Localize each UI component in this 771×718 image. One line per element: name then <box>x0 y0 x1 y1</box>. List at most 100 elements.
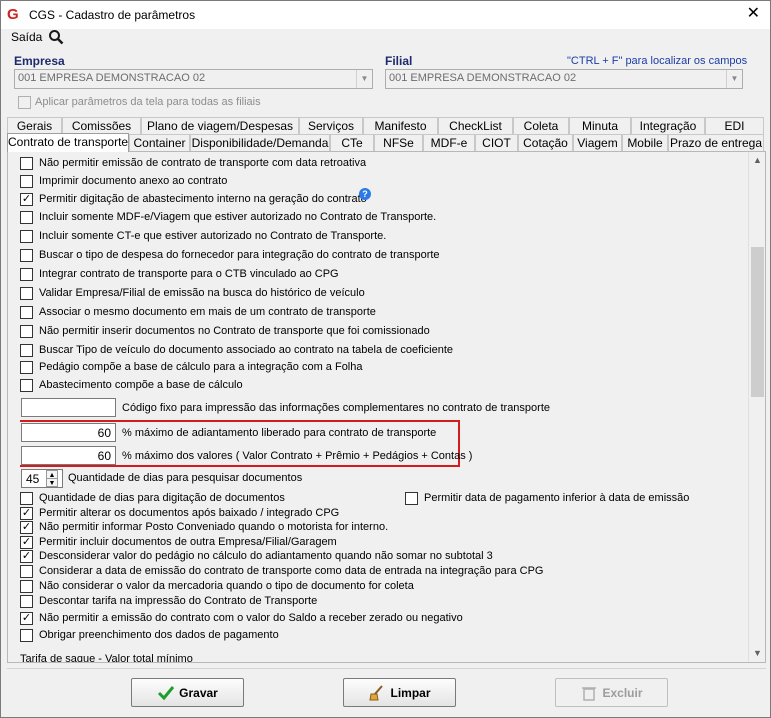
tab-contrato-transporte[interactable]: Contrato de transporte <box>7 133 129 152</box>
tab-viagem[interactable]: Viagem <box>573 134 622 151</box>
vertical-scrollbar[interactable]: ▲ ▼ <box>748 152 765 662</box>
option-label: Não permitir informar Posto Conveniado q… <box>39 521 389 533</box>
option-checkbox[interactable]: ✓ <box>20 507 33 520</box>
title-bar: G CGS - Cadastro de parâmetros ✕ <box>1 1 770 29</box>
option-label: Buscar o tipo de despesa do fornecedor p… <box>39 249 440 261</box>
maximo-valores-input[interactable]: 60 <box>21 446 116 465</box>
option-label: Associar o mesmo documento em mais de um… <box>39 306 376 318</box>
tab-disponibilidade[interactable]: Disponibilidade/Demanda <box>190 134 330 151</box>
tab-row-2: Contrato de transporte Container Disponi… <box>7 133 766 152</box>
chevron-down-icon[interactable]: ▼ <box>356 70 372 88</box>
button-bar: Gravar Limpar Excluir <box>7 668 766 714</box>
tab-cotacao[interactable]: Cotação <box>518 134 573 151</box>
tab-gerais[interactable]: Gerais <box>7 117 62 134</box>
option-label: Permitir digitação de abastecimento inte… <box>39 193 367 205</box>
option-checkbox[interactable]: ✓ <box>20 612 33 625</box>
tab-plano-viagem[interactable]: Plano de viagem/Despesas <box>141 117 299 134</box>
maximo-valores-label: % máximo dos valores ( Valor Contrato + … <box>122 450 473 462</box>
option-label: Não permitir a emissão do contrato com o… <box>39 612 463 624</box>
option-checkbox[interactable] <box>20 306 33 319</box>
option-checkbox[interactable] <box>20 157 33 170</box>
tab-checklist[interactable]: CheckList <box>438 117 513 134</box>
tab-panel: Não permitir emissão de contrato de tran… <box>7 151 766 663</box>
scroll-thumb[interactable] <box>751 247 764 397</box>
option-checkbox[interactable] <box>20 565 33 578</box>
apply-all-label: Aplicar parâmetros da tela para todas as… <box>35 96 261 108</box>
tab-mdfe[interactable]: MDF-e <box>423 134 475 151</box>
app-logo-icon: G <box>7 6 19 23</box>
scroll-up-icon[interactable]: ▲ <box>749 152 766 169</box>
tab-container[interactable]: Container <box>129 134 190 151</box>
delete-button[interactable]: Excluir <box>555 678 668 707</box>
option-checkbox[interactable] <box>20 211 33 224</box>
option-label: Permitir data de pagamento inferior à da… <box>424 492 690 504</box>
codigo-fixo-input[interactable] <box>21 398 116 417</box>
option-checkbox[interactable] <box>20 287 33 300</box>
tab-servicos[interactable]: Serviços <box>299 117 363 134</box>
scroll-down-icon[interactable]: ▼ <box>749 645 766 662</box>
tab-ciot[interactable]: CIOT <box>475 134 518 151</box>
filial-label: Filial <box>385 54 413 68</box>
option-label: Abastecimento compõe a base de cálculo <box>39 379 243 391</box>
tab-integracao[interactable]: Integração <box>631 117 705 134</box>
stepper-down-icon[interactable]: ▼ <box>46 478 58 487</box>
option-checkbox[interactable] <box>20 580 33 593</box>
search-icon[interactable] <box>48 29 64 45</box>
dias-pesquisa-stepper[interactable]: 45 ▲ ▼ <box>21 469 63 488</box>
menu-saida[interactable]: Saída <box>11 30 42 44</box>
trash-icon <box>582 686 597 701</box>
tab-comissoes[interactable]: Comissões <box>62 117 141 134</box>
codigo-fixo-label: Código fixo para impressão das informaçõ… <box>122 402 551 414</box>
help-icon[interactable]: ? <box>359 188 371 200</box>
option-label: Permitir alterar os documentos após baix… <box>39 507 340 519</box>
checkmark-icon <box>158 685 175 700</box>
save-button[interactable]: Gravar <box>131 678 244 707</box>
tab-prazo-entrega[interactable]: Prazo de entrega <box>668 134 764 151</box>
apply-all-checkbox[interactable] <box>18 96 31 109</box>
option-checkbox[interactable]: ✓ <box>20 193 33 206</box>
dias-pesquisa-value: 45 <box>26 472 40 486</box>
tab-coleta[interactable]: Coleta <box>513 117 569 134</box>
close-button[interactable]: ✕ <box>747 5 760 23</box>
option-checkbox[interactable]: ✓ <box>20 550 33 563</box>
option-checkbox[interactable] <box>20 361 33 374</box>
option-label: Não considerar o valor da mercadoria qua… <box>39 580 414 592</box>
tab-manifesto[interactable]: Manifesto <box>363 117 438 134</box>
option-checkbox[interactable] <box>20 249 33 262</box>
empresa-select[interactable]: 001 EMPRESA DEMONSTRACAO 02 ▼ <box>14 69 373 89</box>
option-checkbox[interactable]: ✓ <box>20 521 33 534</box>
option-checkbox[interactable] <box>20 595 33 608</box>
option-checkbox[interactable]: ✓ <box>20 536 33 549</box>
option-label: Não permitir inserir documentos no Contr… <box>39 325 430 337</box>
option-checkbox[interactable] <box>20 379 33 392</box>
clear-button[interactable]: Limpar <box>343 678 456 707</box>
tab-row-1: Gerais Comissões Plano de viagem/Despesa… <box>7 117 766 134</box>
tab-mobile[interactable]: Mobile <box>622 134 668 151</box>
dias-pesquisa-label: Quantidade de dias para pesquisar docume… <box>68 472 303 484</box>
filial-value: 001 EMPRESA DEMONSTRACAO 02 <box>389 72 577 84</box>
option-label: Considerar a data de emissão do contrato… <box>39 565 544 577</box>
options-list: Não permitir emissão de contrato de tran… <box>20 152 746 662</box>
option-label: Obrigar preenchimento dos dados de pagam… <box>39 629 279 641</box>
option-checkbox[interactable] <box>20 344 33 357</box>
tab-minuta[interactable]: Minuta <box>569 117 631 134</box>
option-checkbox[interactable] <box>20 629 33 642</box>
option-checkbox[interactable] <box>20 268 33 281</box>
tab-nfse[interactable]: NFSe <box>374 134 423 151</box>
option-label: Incluir somente CT-e que estiver autoriz… <box>39 230 387 242</box>
filial-select[interactable]: 001 EMPRESA DEMONSTRACAO 02 ▼ <box>385 69 743 89</box>
data-pagamento-checkbox[interactable] <box>405 492 418 505</box>
option-checkbox[interactable] <box>20 175 33 188</box>
option-label: Quantidade de dias para digitação de doc… <box>39 492 285 504</box>
save-label: Gravar <box>179 685 218 700</box>
option-label: Buscar Tipo de veículo do documento asso… <box>39 344 453 356</box>
chevron-down-icon[interactable]: ▼ <box>726 70 742 88</box>
main-window: G CGS - Cadastro de parâmetros ✕ Saída E… <box>0 0 771 718</box>
tab-cte[interactable]: CTe <box>330 134 374 151</box>
tab-edi[interactable]: EDI <box>705 117 764 134</box>
adiantamento-input[interactable]: 60 <box>21 423 116 442</box>
tarifa-saque-label: Tarifa de saque - Valor total mínimo <box>20 653 193 662</box>
option-checkbox[interactable] <box>20 492 33 505</box>
option-checkbox[interactable] <box>20 230 33 243</box>
option-checkbox[interactable] <box>20 325 33 338</box>
